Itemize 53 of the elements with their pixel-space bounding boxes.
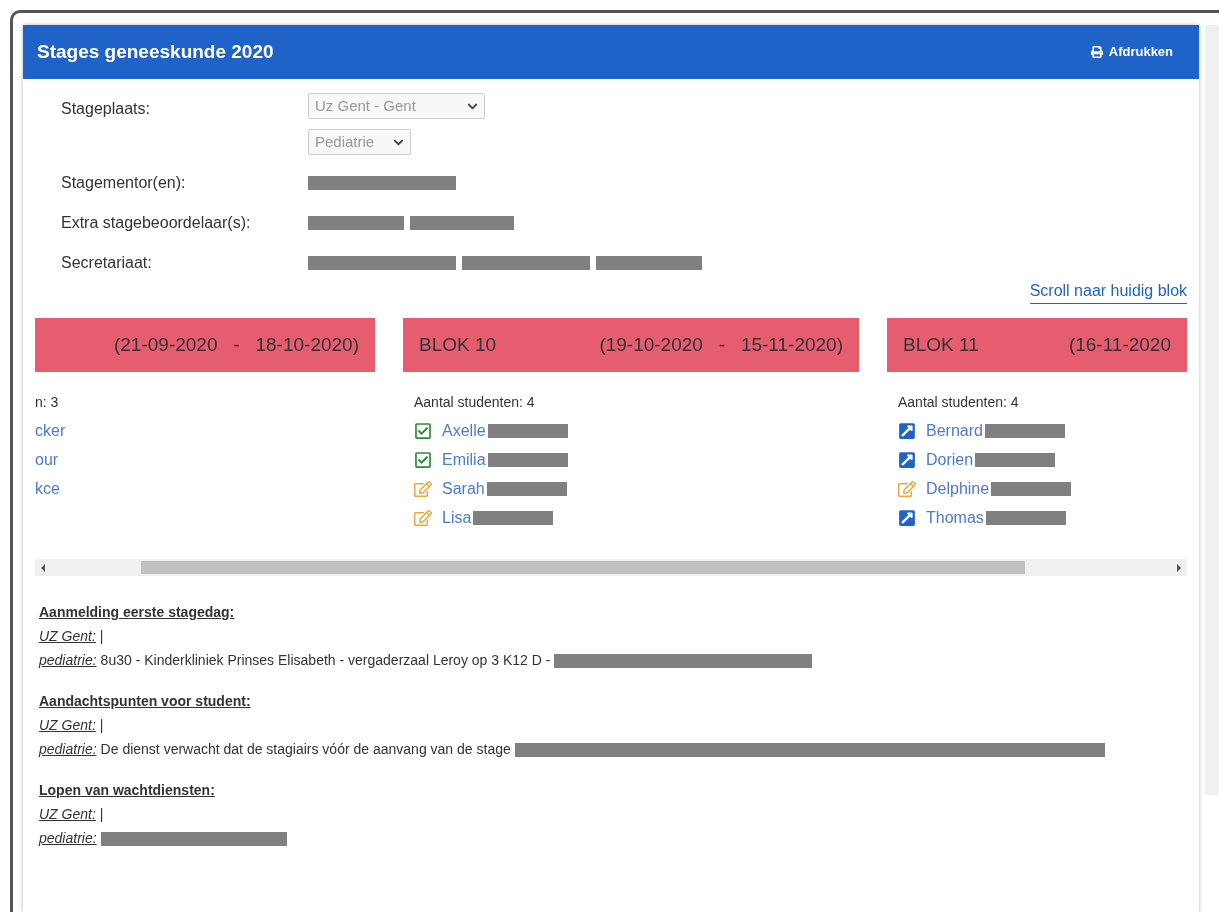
external-link-icon bbox=[898, 508, 916, 527]
student-link[interactable]: our bbox=[35, 449, 59, 470]
external-link-icon bbox=[898, 450, 916, 469]
info-text: | bbox=[99, 627, 104, 646]
student-link[interactable]: Emilia bbox=[442, 449, 486, 470]
right-arrow-icon bbox=[1177, 563, 1182, 572]
external-link-icon bbox=[898, 421, 916, 440]
info-text: De dienst verwacht dat de stagiairs vóór de aanvang van de stage bbox=[100, 740, 511, 759]
block-dates: (21-09-2020 - 18-10-2020) bbox=[113, 332, 359, 357]
location-label: pediatrie: bbox=[39, 651, 97, 670]
horizontal-scrollbar[interactable] bbox=[35, 559, 1188, 576]
field-label: Stageplaats: bbox=[61, 99, 151, 119]
location-label: UZ Gent: bbox=[39, 627, 96, 646]
student-link[interactable]: Thomas bbox=[926, 507, 984, 528]
section-heading: Aanmelding eerste stagedag: bbox=[39, 603, 236, 622]
dropdown[interactable]: Pediatrie bbox=[308, 129, 411, 155]
printer-icon bbox=[1090, 46, 1103, 58]
block-label: BLOK 10 bbox=[419, 332, 497, 357]
block-dates: (16-11-2020 bbox=[1068, 332, 1171, 357]
print-button[interactable]: Afdrukken bbox=[1090, 42, 1174, 62]
field-label: Extra stagebeoordelaar(s): bbox=[61, 213, 252, 233]
student-link[interactable]: Axelle bbox=[442, 420, 486, 441]
left-arrow-icon bbox=[41, 563, 45, 572]
info-text: | bbox=[99, 716, 104, 735]
student-count: n: 3 bbox=[35, 393, 60, 412]
section-heading: Aandachtspunten voor student: bbox=[39, 692, 252, 711]
student-count: Aantal studenten: 4 bbox=[898, 393, 1020, 412]
field-label: Stagementor(en): bbox=[61, 173, 187, 193]
block-dates: (19-10-2020 - 15-11-2020) bbox=[599, 332, 843, 357]
edit-icon bbox=[414, 508, 432, 527]
page-title: Stages geneeskunde 2020 bbox=[37, 39, 274, 64]
scrollbar-thumb[interactable] bbox=[141, 561, 1025, 574]
student-link[interactable]: Lisa bbox=[442, 507, 472, 528]
student-link[interactable]: kce bbox=[35, 478, 60, 499]
student-link[interactable]: cker bbox=[35, 420, 66, 441]
scroll-link[interactable]: Scroll naar huidig blok bbox=[1029, 279, 1188, 304]
student-count: Aantal studenten: 4 bbox=[414, 393, 536, 412]
dropdown[interactable]: Uz Gent - Gent bbox=[308, 93, 485, 119]
student-link[interactable]: Dorien bbox=[926, 449, 974, 470]
edit-icon bbox=[898, 479, 916, 498]
edit-icon bbox=[414, 479, 432, 498]
info-text: 8u30 - Kinderkliniek Prinses Elisabeth - vergaderzaal Leroy op 3 K12 D - bbox=[100, 651, 551, 670]
student-link[interactable]: Delphine bbox=[926, 478, 990, 499]
location-label: UZ Gent: bbox=[39, 805, 96, 824]
field-label: Secretariaat: bbox=[61, 253, 153, 273]
block-label: BLOK 11 bbox=[903, 332, 979, 357]
student-link[interactable]: Sarah bbox=[442, 478, 485, 499]
location-label: pediatrie: bbox=[39, 740, 97, 759]
location-label: pediatrie: bbox=[39, 829, 97, 848]
section-heading: Lopen van wachtdiensten: bbox=[39, 781, 216, 800]
student-link[interactable]: Bernard bbox=[926, 420, 983, 441]
location-label: UZ Gent: bbox=[39, 716, 96, 735]
info-text: | bbox=[99, 805, 104, 824]
